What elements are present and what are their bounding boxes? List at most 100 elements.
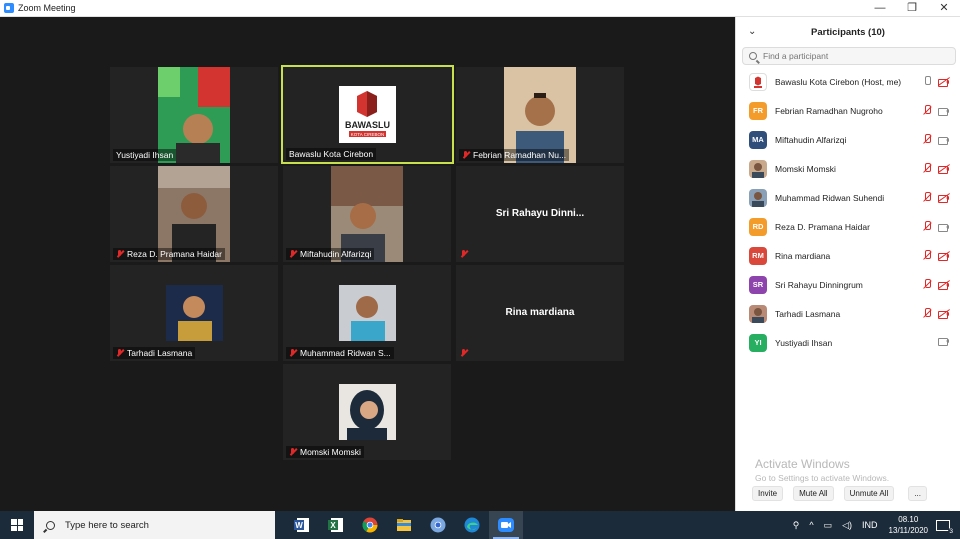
tile-name-label: Tarhadi Lasmana [113,347,196,359]
participant-avatar: YI [749,333,767,352]
clock-date: 13/11/2020 [888,526,928,535]
taskbar-search-box[interactable]: Type here to search [34,511,275,539]
video-tile[interactable]: Reza D. Pramana Haidar [110,166,278,262]
chrome-dev-icon[interactable] [421,511,455,539]
tile-name-label: Miftahudin Alfarizqi [286,248,375,260]
mic-muted-icon [462,151,470,159]
participant-name: Sri Rahayu Dinningrum [775,279,863,290]
mic-muted-icon[interactable] [922,221,932,232]
close-button[interactable]: ✕ [928,0,960,17]
word-icon[interactable]: W [285,511,319,539]
participant-video [166,285,223,341]
mic-muted-icon[interactable] [922,250,932,261]
more-options-button[interactable]: ... [908,485,927,501]
zoom-icon[interactable] [489,511,523,539]
participant-row[interactable]: Momski Momski [736,154,960,183]
participant-row[interactable]: YI Yustiyadi Ihsan [736,328,960,357]
participant-status-icons [922,221,950,232]
tile-name-label: Muhammad Ridwan S... [286,347,394,359]
participant-avatar: FR [749,101,767,120]
taskbar-pinned-apps: W X [285,511,523,539]
language-indicator[interactable]: IND [862,520,878,530]
camera-icon[interactable] [938,337,950,346]
camera-icon[interactable] [938,107,950,116]
participant-status-icons [922,250,951,261]
participant-row[interactable]: RD Reza D. Pramana Haidar [736,212,960,241]
participant-name: Reza D. Pramana Haidar [775,221,870,232]
battery-icon[interactable]: ▭ [824,520,833,531]
participant-avatar: MA [749,130,767,149]
participant-status-icons [922,279,951,290]
video-tile[interactable]: Muhammad Ridwan S... [283,265,451,361]
mic-muted-icon [460,349,468,357]
edge-icon[interactable] [455,511,489,539]
participant-row[interactable]: Bawaslu Kota Cirebon (Host, me) [736,67,960,96]
watermark-title: Activate Windows [755,457,850,471]
video-tile[interactable]: Miftahudin Alfarizqi [283,166,451,262]
participant-row[interactable]: SR Sri Rahayu Dinningrum [736,270,960,299]
start-button[interactable] [0,511,34,539]
participant-search-box[interactable] [742,47,956,65]
taskbar-clock[interactable]: 08.10 13/11/2020 [889,514,928,536]
svg-text:W: W [295,521,303,530]
unmute-all-button[interactable]: Unmute All [843,485,895,501]
search-icon [749,52,757,60]
camera-off-icon[interactable] [937,308,951,319]
camera-off-icon[interactable] [937,250,951,261]
people-icon[interactable]: ⚲ [793,520,800,531]
camera-off-icon[interactable] [937,163,951,174]
participant-row[interactable]: Muhammad Ridwan Suhendi [736,183,960,212]
volume-icon[interactable]: ◁) [842,520,852,531]
restore-button[interactable]: ❐ [896,0,928,17]
video-tile-active-speaker[interactable]: BAWASLU KOTA CIREBON Bawaslu Kota Cirebo… [281,65,454,164]
video-tile[interactable]: Febrian Ramadhan Nu... [456,67,624,163]
mic-muted-icon [116,349,124,357]
mic-muted-icon[interactable] [922,105,932,116]
participant-avatar: RD [749,217,767,236]
video-tile[interactable]: Momski Momski [283,364,451,460]
excel-icon[interactable]: X [319,511,353,539]
mic-muted-icon[interactable] [922,308,932,319]
camera-icon[interactable] [938,223,950,232]
participant-row[interactable]: FR Febrian Ramadhan Nugroho [736,96,960,125]
svg-text:BAWASLU: BAWASLU [345,120,390,130]
video-tile[interactable]: Yustiyadi Ihsan [110,67,278,163]
tile-name-label: Reza D. Pramana Haidar [113,248,225,260]
mute-all-button[interactable]: Mute All [793,485,834,501]
video-tile[interactable]: Tarhadi Lasmana [110,265,278,361]
clock-time: 08.10 [898,515,919,524]
participant-avatar [749,304,767,323]
participants-header: ⌄ Participants (10) [736,17,960,47]
participants-title: Participants (10) [811,26,885,38]
minimize-button[interactable]: — [864,0,896,17]
mic-muted-icon[interactable] [922,192,932,203]
camera-off-icon[interactable] [937,279,951,290]
camera-off-icon[interactable] [937,192,951,203]
participant-row[interactable]: Tarhadi Lasmana [736,299,960,328]
participant-status-icons [922,134,950,145]
chrome-icon[interactable] [353,511,387,539]
notification-center-icon[interactable]: 3 [936,519,954,535]
mic-muted-icon[interactable] [922,163,932,174]
participant-row[interactable]: MA Miftahudin Alfarizqi [736,125,960,154]
tray-overflow-chevron[interactable]: ^ [809,520,813,530]
invite-button[interactable]: Invite [752,485,784,501]
svg-text:KOTA CIREBON: KOTA CIREBON [351,132,384,137]
search-icon [46,520,55,530]
mic-muted-icon[interactable] [922,279,932,290]
video-tile-no-video[interactable]: Rina mardiana [456,265,624,361]
participant-video [339,285,396,341]
mic-muted-icon[interactable] [922,134,932,145]
participant-search-input[interactable] [763,51,943,61]
file-explorer-icon[interactable] [387,511,421,539]
participant-avatar [749,188,767,207]
camera-icon[interactable] [938,136,950,145]
system-tray: ⚲ ^ ▭ ◁) IND 08.10 13/11/2020 3 [788,511,960,539]
participant-row[interactable]: RM Rina mardiana [736,241,960,270]
camera-off-icon[interactable] [937,76,951,87]
mic-muted-icon [289,349,297,357]
video-tile-no-video[interactable]: Sri Rahayu Dinni... [456,166,624,262]
mic-icon[interactable] [922,76,932,87]
collapse-chevron-icon[interactable]: ⌄ [748,26,756,37]
participant-status-icons [922,308,951,319]
